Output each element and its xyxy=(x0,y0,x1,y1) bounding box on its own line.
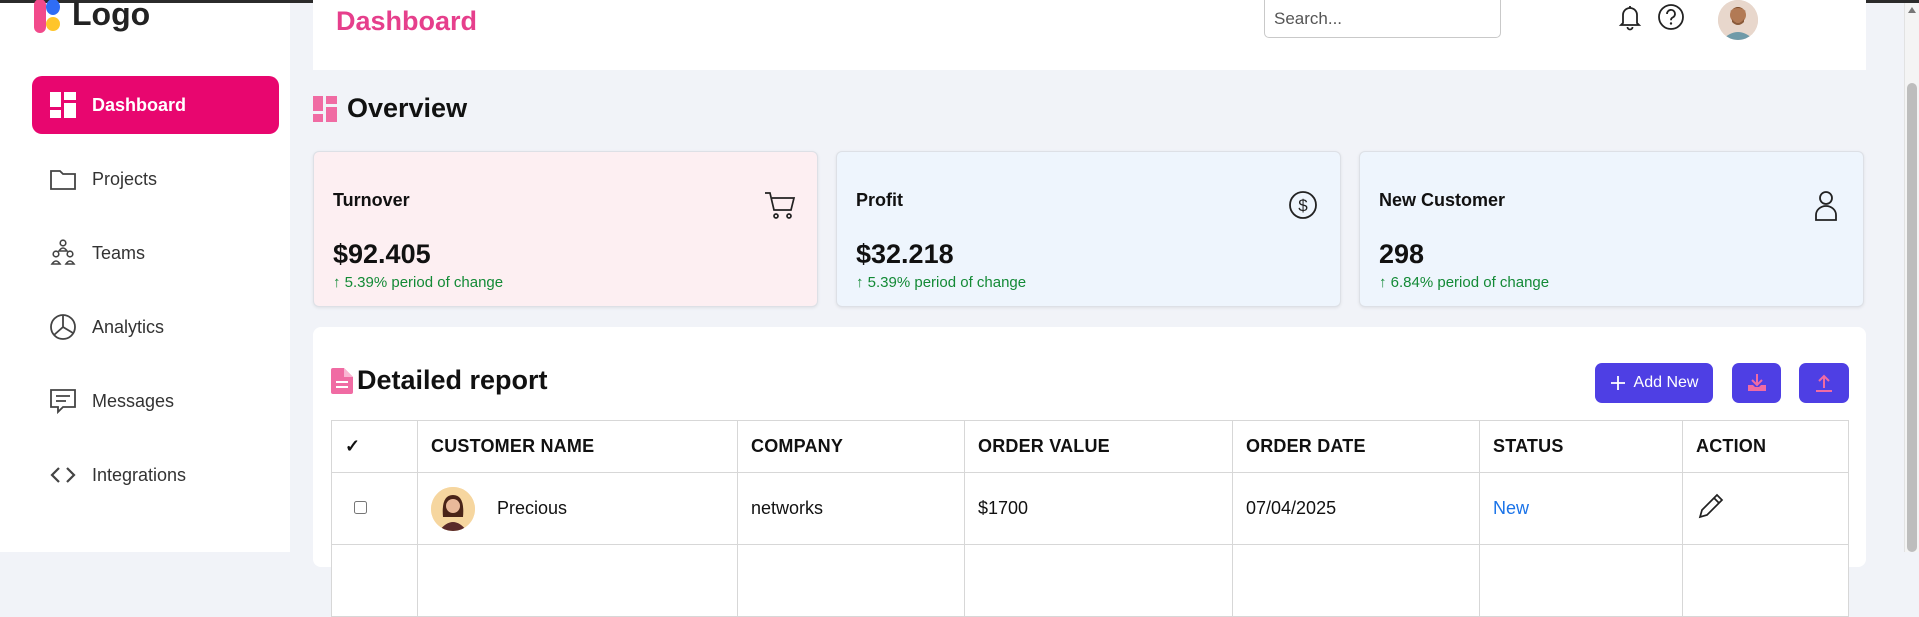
dashboard-icon xyxy=(313,95,337,122)
customer-name: Precious xyxy=(497,498,568,518)
card-value: $92.405 xyxy=(333,239,431,269)
card-title: Profit xyxy=(856,190,903,210)
dollar-icon: $ xyxy=(1289,191,1317,219)
sidebar-item-dashboard[interactable]: Dashboard xyxy=(32,76,279,134)
scrollbar[interactable] xyxy=(1904,3,1919,552)
add-new-button[interactable]: Add New xyxy=(1595,363,1713,403)
turnover-card: Turnover $92.405 ↑ 5.39% period of chang… xyxy=(313,151,818,307)
new-customer-card: New Customer 298 ↑ 6.84% period of chang… xyxy=(1359,151,1864,307)
card-value: 298 xyxy=(1379,239,1425,269)
detailed-report-panel: Detailed report Add New ✓ CUSTOMER NAME … xyxy=(313,327,1866,617)
card-change: ↑ 5.39% period of change xyxy=(856,274,1027,291)
action-cell xyxy=(1682,472,1849,545)
report-heading: Detailed report xyxy=(331,365,548,396)
document-icon xyxy=(331,367,353,394)
row-select-cell xyxy=(331,472,418,545)
bell-icon[interactable] xyxy=(1615,2,1645,32)
plus-icon xyxy=(1610,376,1625,390)
import-button[interactable] xyxy=(1732,363,1781,403)
column-header-order-date[interactable]: ORDER DATE xyxy=(1232,420,1480,473)
report-title: Detailed report xyxy=(357,365,548,395)
column-header-order-value[interactable]: ORDER VALUE xyxy=(964,420,1233,473)
dashboard-icon xyxy=(48,90,78,120)
row-checkbox[interactable] xyxy=(354,501,367,514)
card-title: Turnover xyxy=(333,190,410,210)
add-new-label: Add New xyxy=(1633,374,1699,391)
column-header-customer[interactable]: CUSTOMER NAME xyxy=(417,420,738,473)
cart-icon xyxy=(765,192,796,219)
sidebar-item-label: Projects xyxy=(92,168,158,189)
customer-cell: Precious xyxy=(417,472,738,545)
sidebar-item-label: Integrations xyxy=(92,464,187,485)
code-icon xyxy=(48,460,78,490)
company-cell: networks xyxy=(737,472,965,545)
order-value-cell: $1700 xyxy=(964,472,1233,545)
card-value: $32.218 xyxy=(856,239,954,269)
top-header: Dashboard xyxy=(313,0,1866,70)
profit-card: Profit $32.218 ↑ 5.39% period of change … xyxy=(836,151,1341,307)
pie-chart-icon xyxy=(48,312,78,342)
sidebar-item-label: Analytics xyxy=(92,316,165,337)
column-header-status[interactable]: STATUS xyxy=(1479,420,1683,473)
svg-text:$: $ xyxy=(1298,196,1308,215)
folder-icon xyxy=(48,164,78,194)
table-row: Precious networks $1700 07/04/2025 New xyxy=(331,472,1849,545)
scroll-thumb[interactable] xyxy=(1907,83,1917,552)
sidebar-item-integrations[interactable]: Integrations xyxy=(32,446,279,504)
overview-title: Overview xyxy=(347,93,468,123)
card-change: ↑ 5.39% period of change xyxy=(333,274,504,291)
export-button[interactable] xyxy=(1799,363,1849,403)
order-date-cell: 07/04/2025 xyxy=(1232,472,1480,545)
avatar[interactable] xyxy=(1718,0,1758,40)
sidebar-item-label: Teams xyxy=(92,242,146,263)
export-icon xyxy=(1816,374,1832,392)
sidebar-nav: Dashboard Projects Teams Analytics Messa… xyxy=(32,76,279,520)
table-header-row: ✓ CUSTOMER NAME COMPANY ORDER VALUE ORDE… xyxy=(331,420,1849,473)
logo-text: Logo xyxy=(72,0,151,32)
message-icon xyxy=(48,386,78,416)
scroll-up-arrow-icon[interactable] xyxy=(1908,7,1916,13)
team-icon xyxy=(48,238,78,268)
select-all-header[interactable]: ✓ xyxy=(331,420,418,473)
sidebar-item-analytics[interactable]: Analytics xyxy=(32,298,279,356)
search-input[interactable] xyxy=(1264,0,1501,38)
import-icon xyxy=(1747,374,1766,391)
pencil-icon[interactable] xyxy=(1696,491,1726,521)
sidebar: Logo Dashboard Projects Teams Analytics xyxy=(0,0,290,552)
sidebar-item-label: Dashboard xyxy=(92,94,187,115)
status-badge: New xyxy=(1479,472,1683,545)
column-header-company[interactable]: COMPANY xyxy=(737,420,965,473)
logo-mark-icon xyxy=(32,0,62,37)
sidebar-item-projects[interactable]: Projects xyxy=(32,150,279,208)
sidebar-item-messages[interactable]: Messages xyxy=(32,372,279,430)
logo[interactable]: Logo xyxy=(32,0,151,39)
report-table: ✓ CUSTOMER NAME COMPANY ORDER VALUE ORDE… xyxy=(331,420,1849,617)
customer-avatar xyxy=(431,486,475,531)
card-change: ↑ 6.84% period of change xyxy=(1379,274,1550,291)
page-title: Dashboard xyxy=(336,6,478,36)
table-row xyxy=(331,544,1849,617)
user-icon xyxy=(1815,191,1837,221)
column-header-action[interactable]: ACTION xyxy=(1682,420,1849,473)
sidebar-item-label: Messages xyxy=(92,390,175,411)
overview-heading: Overview xyxy=(313,93,467,124)
card-title: New Customer xyxy=(1379,190,1506,210)
help-icon[interactable] xyxy=(1656,2,1686,32)
sidebar-item-teams[interactable]: Teams xyxy=(32,224,279,282)
